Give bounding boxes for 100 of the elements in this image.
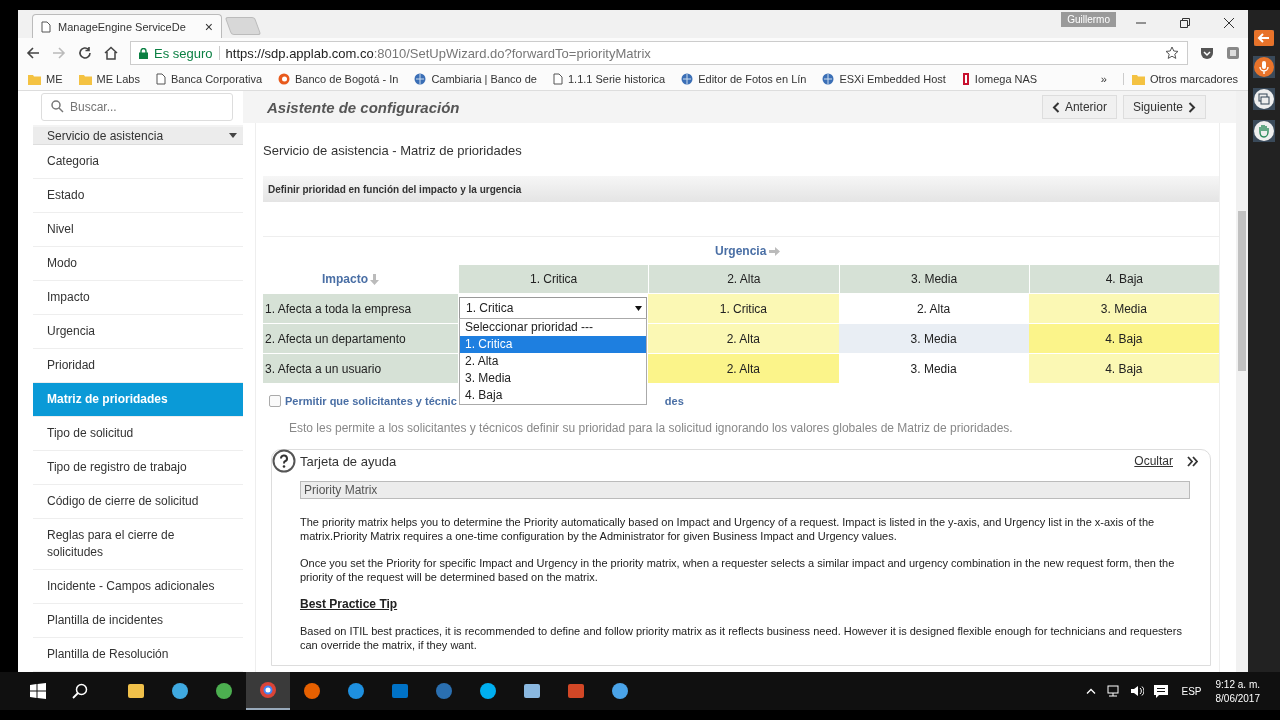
table-cell: 4. Baja bbox=[1028, 323, 1219, 353]
sidebar-item[interactable]: Tipo de registro de trabajo bbox=[33, 451, 243, 485]
double-chevron-icon[interactable] bbox=[1187, 455, 1198, 467]
sidebar-item[interactable]: Plantilla de Resolución bbox=[33, 638, 243, 672]
panel-header: Definir prioridad en función del impacto y la urgencia bbox=[263, 176, 1219, 202]
column-header: 1. Critica bbox=[458, 265, 649, 293]
page-icon bbox=[155, 73, 166, 85]
caret-icon bbox=[635, 305, 642, 311]
dropdown-option[interactable]: 1. Critica bbox=[460, 336, 646, 353]
extension-icon[interactable] bbox=[1226, 46, 1240, 60]
arrow-icon[interactable] bbox=[1254, 30, 1274, 46]
notification-icon[interactable] bbox=[1154, 684, 1169, 698]
windows-icon[interactable] bbox=[1253, 88, 1275, 110]
windows-start-icon[interactable] bbox=[30, 683, 46, 699]
note-text: Esto les permite a los solicitantes y técnicos definir su prioridad para la solicitud ignorando los valores globales de Matriz de prioridades. bbox=[288, 420, 1014, 435]
clock[interactable]: 9:12 a. m. 8/06/2017 bbox=[1215, 678, 1260, 704]
dropdown-option[interactable]: 3. Media bbox=[460, 370, 646, 387]
pocket-icon[interactable] bbox=[1200, 46, 1214, 60]
hide-link[interactable]: Ocultar bbox=[1134, 454, 1173, 468]
help-paragraph: Once you set the Priority for specific Impact and Urgency in the priority matrix, when a requester selects a similar impact and urgency combination in the new request form, then the priority of the request will be determined based on the matrix. bbox=[300, 556, 1176, 584]
search-icon bbox=[51, 100, 64, 113]
table-cell: 3. Media bbox=[1028, 293, 1219, 323]
sidebar-item[interactable]: Nivel bbox=[33, 213, 243, 247]
hand-icon[interactable] bbox=[1253, 120, 1275, 142]
bookmark[interactable]: ESXi Embedded Host bbox=[822, 73, 946, 85]
bookmark[interactable]: Otros marcadores bbox=[1122, 73, 1238, 85]
page-icon bbox=[553, 73, 563, 85]
bookmark[interactable]: Editor de Fotos en Lín bbox=[681, 73, 807, 85]
table-cell: 2. Alta bbox=[648, 323, 839, 353]
sidebar-item[interactable]: Prioridad bbox=[33, 349, 243, 383]
star-icon[interactable] bbox=[1165, 46, 1179, 60]
sidebar-item[interactable]: Impacto bbox=[33, 281, 243, 315]
close-icon[interactable]: × bbox=[204, 18, 213, 35]
chevron-left-icon bbox=[1051, 101, 1060, 113]
speaker-icon[interactable] bbox=[1130, 685, 1145, 697]
sidebar-item[interactable]: Plantilla de incidentes bbox=[33, 604, 243, 638]
sidebar-item[interactable]: Modo bbox=[33, 247, 243, 281]
language-indicator[interactable]: ESP bbox=[1181, 685, 1202, 697]
table-cell: 1. Critica bbox=[648, 293, 839, 323]
checkbox[interactable] bbox=[269, 395, 281, 407]
close-icon[interactable] bbox=[1224, 18, 1234, 28]
help-paragraph: Based on ITIL best practices, it is recommended to define and follow priority matrix as it reflects business need. However it is designed flexible enough for technicians and requesters can override the matrix, if they want. bbox=[300, 624, 1183, 652]
microphone-icon[interactable] bbox=[1253, 56, 1275, 78]
checkbox-label: des bbox=[664, 395, 684, 407]
dropdown-option[interactable]: Seleccionar prioridad --- bbox=[460, 319, 646, 336]
bookmark[interactable]: ME Labs bbox=[78, 73, 140, 85]
sidebar-item[interactable]: Código de cierre de solicitud bbox=[33, 485, 243, 519]
priority-select[interactable]: 1. Critica bbox=[459, 297, 647, 319]
bookmark[interactable]: Banco de Bogotá - In bbox=[278, 73, 399, 85]
sidebar-item[interactable]: Incidente - Campos adicionales bbox=[33, 570, 243, 604]
column-header: 3. Media bbox=[838, 265, 1029, 293]
table-cell: 4. Baja bbox=[1028, 353, 1219, 383]
row-header: 1. Afecta a toda la empresa bbox=[263, 293, 458, 323]
page-title: Servicio de asistencia - Matriz de prioridades bbox=[263, 142, 523, 160]
column-header: 2. Alta bbox=[648, 265, 839, 293]
bookmark[interactable]: Iomega NAS bbox=[961, 73, 1038, 85]
restore-icon[interactable] bbox=[1180, 18, 1190, 28]
dropdown-option[interactable]: 2. Alta bbox=[460, 353, 646, 370]
bookmark[interactable]: ME bbox=[28, 73, 63, 85]
impact-label: Impacto bbox=[322, 272, 368, 286]
network-icon[interactable] bbox=[1106, 685, 1121, 697]
search-icon[interactable] bbox=[72, 683, 88, 699]
back-icon[interactable] bbox=[26, 46, 40, 60]
next-button[interactable]: Siguiente bbox=[1122, 95, 1206, 119]
bookmark[interactable]: Banca Corporativa bbox=[155, 73, 263, 85]
chevron-up-icon[interactable] bbox=[1086, 688, 1097, 694]
browser-tab[interactable]: ManageEngine ServiceDe × bbox=[32, 14, 222, 38]
sidebar-item[interactable]: Tipo de solicitud bbox=[33, 417, 243, 451]
right-arrow-icon bbox=[769, 246, 781, 256]
page-icon bbox=[41, 20, 51, 33]
sidebar-item[interactable]: Estado bbox=[33, 179, 243, 213]
sidebar-item[interactable]: Reglas para el cierre de solicitudes bbox=[33, 519, 243, 570]
row-header: 3. Afecta a un usuario bbox=[263, 353, 458, 383]
help-icon bbox=[272, 449, 296, 473]
sidebar-item[interactable]: Categoria bbox=[33, 145, 243, 179]
address-bar[interactable]: Es seguro https://sdp.applab.com.co:8010/SetUpWizard.do?forwardTo=priorityMatrix bbox=[130, 41, 1188, 65]
down-arrow-icon bbox=[370, 273, 379, 285]
urgency-label: Urgencia bbox=[715, 244, 767, 258]
taskbar-app[interactable] bbox=[246, 672, 290, 710]
help-paragraph: The priority matrix helps you to determine the Priority automatically based on Impact and Urgency of a request. Impact is listed in the y-axis, and Urgency list in the x-axis of the matrix.Priority Matrix requires a one-time configuration by the Administrator for given Business Impact and Urgency values. bbox=[300, 515, 1156, 543]
caret-icon bbox=[229, 133, 237, 138]
previous-button[interactable]: Anterior bbox=[1041, 95, 1117, 119]
help-heading: Best Practice Tip bbox=[300, 597, 399, 611]
bookmark[interactable]: Cambiaria | Banco de bbox=[414, 73, 537, 85]
checkbox-label: Permitir que solicitantes y técnic bbox=[285, 395, 457, 407]
row-header: 2. Afecta un departamento bbox=[263, 323, 458, 353]
dropdown-option[interactable]: 4. Baja bbox=[460, 387, 646, 404]
home-icon[interactable] bbox=[104, 46, 118, 60]
table-cell: 3. Media bbox=[838, 323, 1029, 353]
section-header[interactable]: Servicio de asistencia bbox=[33, 127, 243, 145]
card-title: Tarjeta de ayuda bbox=[300, 453, 397, 469]
scrollbar-thumb[interactable] bbox=[1238, 211, 1246, 371]
section-title: Priority Matrix bbox=[300, 481, 1190, 499]
sidebar-item[interactable]: Urgencia bbox=[33, 315, 243, 349]
more-bookmarks-button[interactable]: » bbox=[1100, 73, 1107, 85]
bookmark[interactable]: 1.1.1 Serie historica bbox=[553, 73, 666, 85]
security-label: Es seguro bbox=[154, 45, 213, 61]
search-field[interactable]: Buscar... bbox=[41, 93, 233, 121]
drive-icon bbox=[961, 73, 970, 85]
reload-icon[interactable] bbox=[78, 46, 92, 60]
